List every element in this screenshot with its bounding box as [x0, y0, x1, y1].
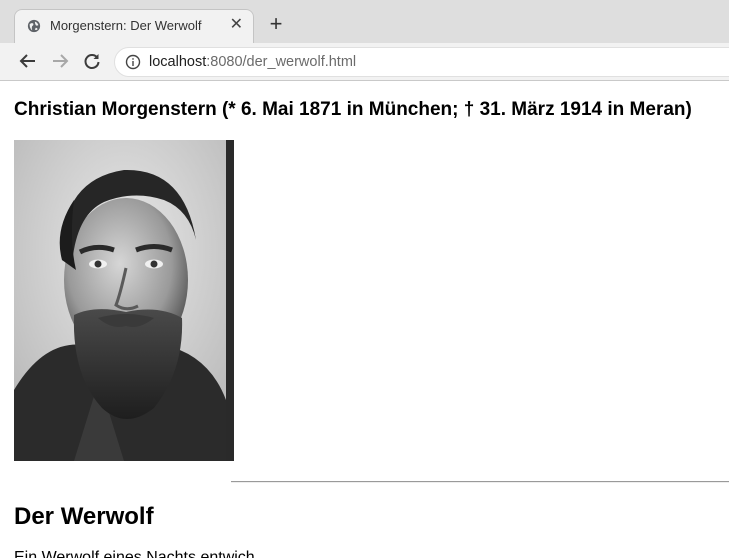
close-icon[interactable]: ✕: [230, 17, 243, 33]
tab-title: Morgenstern: Der Werwolf: [50, 18, 202, 33]
reload-icon[interactable]: [82, 51, 102, 71]
poem-line: Ein Werwolf eines Nachts entwich: [14, 549, 255, 558]
new-tab-button[interactable]: +: [264, 13, 288, 37]
url-text[interactable]: localhost:8080/der_werwolf.html: [149, 54, 356, 70]
tab-strip: Morgenstern: Der Werwolf ✕ +: [0, 0, 729, 44]
page-content: Christian Morgenstern (* 6. Mai 1871 in …: [0, 81, 729, 558]
horizontal-divider: [231, 481, 729, 483]
browser-toolbar: localhost:8080/der_werwolf.html: [0, 43, 729, 81]
address-bar[interactable]: localhost:8080/der_werwolf.html: [114, 47, 729, 77]
globe-icon: [27, 19, 41, 33]
url-path: :8080/der_werwolf.html: [206, 54, 357, 70]
back-arrow-icon[interactable]: [18, 51, 38, 71]
forward-arrow-icon[interactable]: [50, 51, 70, 71]
poem-title: Der Werwolf: [14, 503, 154, 530]
url-host: localhost: [149, 54, 207, 70]
browser-tab[interactable]: Morgenstern: Der Werwolf ✕: [14, 9, 254, 44]
author-heading: Christian Morgenstern (* 6. Mai 1871 in …: [14, 99, 692, 120]
info-icon[interactable]: [125, 54, 141, 70]
author-portrait: [14, 140, 234, 461]
